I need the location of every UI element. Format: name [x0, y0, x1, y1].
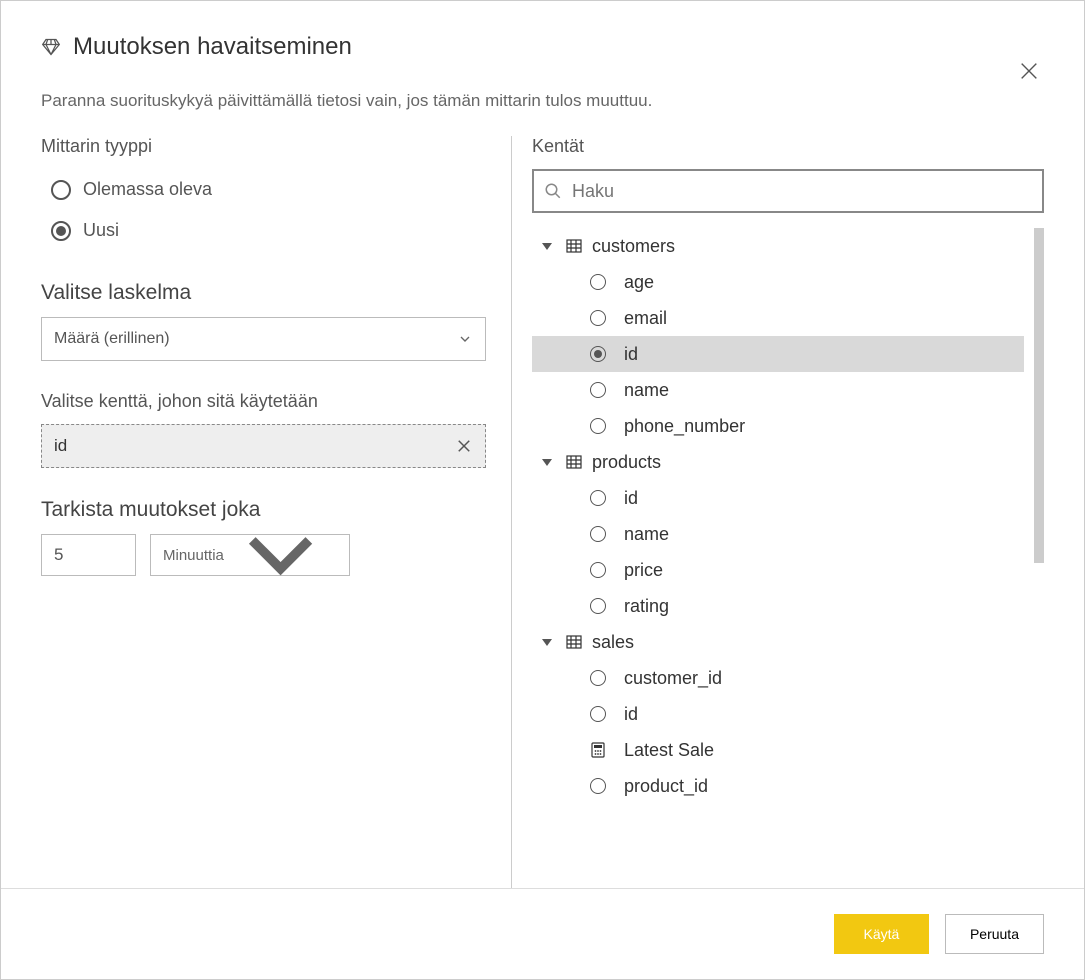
expand-triangle-icon	[542, 459, 552, 466]
tree-field-node[interactable]: age	[532, 264, 1024, 300]
tree-field-node[interactable]: price	[532, 552, 1024, 588]
main-content: Mittarin tyyppi Olemassa oleva Uusi Vali…	[1, 136, 1084, 888]
fields-label: Kentät	[532, 136, 1044, 157]
tree-table-node[interactable]: products	[532, 444, 1024, 480]
selected-field-well[interactable]: id	[41, 424, 486, 468]
tree-field-node[interactable]: product_id	[532, 768, 1024, 804]
tree-field-label: rating	[624, 596, 669, 617]
tree-field-label: id	[624, 704, 638, 725]
tree-field-label: customer_id	[624, 668, 722, 689]
tree-field-label: id	[624, 344, 638, 365]
fields-search-box[interactable]	[532, 169, 1044, 213]
column-divider	[511, 136, 512, 888]
radio-circle-selected-icon	[51, 221, 71, 241]
tree-field-node[interactable]: rating	[532, 588, 1024, 624]
cancel-button[interactable]: Peruuta	[945, 914, 1044, 954]
tree-field-node[interactable]: id	[532, 696, 1024, 732]
dialog-description: Paranna suorituskykyä päivittämällä tiet…	[1, 71, 1084, 136]
field-radio-icon	[590, 418, 606, 434]
measure-type-radio-group: Olemassa oleva Uusi	[41, 169, 486, 251]
tree-table-label: customers	[592, 236, 675, 257]
field-radio-icon	[590, 490, 606, 506]
interval-unit-value: Minuuttia	[163, 547, 224, 564]
interval-unit-dropdown[interactable]: Minuuttia	[150, 534, 350, 576]
expand-triangle-icon	[542, 243, 552, 250]
tree-field-label: id	[624, 488, 638, 509]
tree-table-label: sales	[592, 632, 634, 653]
field-radio-icon	[590, 274, 606, 290]
tree-table-label: products	[592, 452, 661, 473]
tree-field-node[interactable]: name	[532, 372, 1024, 408]
tree-field-node[interactable]: phone_number	[532, 408, 1024, 444]
select-field-label: Valitse kenttä, johon sitä käytetään	[41, 391, 486, 412]
apply-button[interactable]: Käytä	[834, 914, 929, 954]
dialog-title: Muutoksen havaitseminen	[73, 33, 352, 61]
tree-field-label: product_id	[624, 776, 708, 797]
field-radio-icon	[590, 562, 606, 578]
remove-field-icon[interactable]	[455, 437, 473, 455]
close-button[interactable]	[1014, 56, 1044, 86]
right-column: Kentät customers age email id name phone_numb…	[532, 136, 1044, 888]
tree-field-node[interactable]: id	[532, 480, 1024, 516]
field-radio-icon	[590, 598, 606, 614]
change-detection-dialog: Muutoksen havaitseminen Paranna suoritus…	[0, 0, 1085, 980]
selected-field-value: id	[54, 436, 67, 456]
chevron-down-icon	[224, 498, 337, 611]
field-radio-icon	[590, 778, 606, 794]
calculation-dropdown[interactable]: Määrä (erillinen)	[41, 317, 486, 361]
fields-tree: customers age email id name phone_numberprodu…	[532, 228, 1044, 804]
tree-field-node[interactable]: name	[532, 516, 1024, 552]
left-column: Mittarin tyyppi Olemassa oleva Uusi Vali…	[41, 136, 511, 888]
tree-field-label: phone_number	[624, 416, 745, 437]
measure-icon	[590, 742, 606, 758]
field-radio-icon	[590, 310, 606, 326]
field-radio-icon	[590, 382, 606, 398]
tree-scrollbar[interactable]	[1034, 228, 1044, 563]
tree-table-node[interactable]: sales	[532, 624, 1024, 660]
radio-new-label: Uusi	[83, 220, 119, 241]
tree-field-label: price	[624, 560, 663, 581]
tree-field-label: email	[624, 308, 667, 329]
tree-field-node[interactable]: id	[532, 336, 1024, 372]
radio-new[interactable]: Uusi	[41, 210, 486, 251]
interval-row: Minuuttia	[41, 534, 486, 576]
search-icon	[544, 182, 562, 200]
tree-field-label: name	[624, 380, 669, 401]
measure-type-label: Mittarin tyyppi	[41, 136, 486, 157]
tree-field-node[interactable]: customer_id	[532, 660, 1024, 696]
field-radio-icon	[590, 670, 606, 686]
tree-field-node[interactable]: Latest Sale	[532, 732, 1024, 768]
table-icon	[566, 238, 582, 254]
select-calculation-label: Valitse laskelma	[41, 281, 486, 305]
field-radio-icon	[590, 706, 606, 722]
tree-field-label: age	[624, 272, 654, 293]
expand-triangle-icon	[542, 639, 552, 646]
fields-tree-container: customers age email id name phone_numberprodu…	[532, 228, 1044, 888]
field-radio-icon	[590, 346, 606, 362]
tree-field-label: Latest Sale	[624, 740, 714, 761]
dialog-footer: Käytä Peruuta	[1, 888, 1084, 979]
interval-value-input[interactable]	[41, 534, 136, 576]
table-icon	[566, 634, 582, 650]
radio-circle-icon	[51, 180, 71, 200]
radio-existing[interactable]: Olemassa oleva	[41, 169, 486, 210]
table-icon	[566, 454, 582, 470]
field-radio-icon	[590, 526, 606, 542]
calculation-dropdown-value: Määrä (erillinen)	[54, 330, 170, 348]
chevron-down-icon	[457, 331, 473, 347]
close-icon	[1018, 60, 1040, 82]
diamond-icon	[41, 37, 61, 57]
radio-existing-label: Olemassa oleva	[83, 179, 212, 200]
fields-search-input[interactable]	[572, 181, 1032, 202]
dialog-header: Muutoksen havaitseminen	[1, 1, 1084, 71]
tree-field-label: name	[624, 524, 669, 545]
tree-table-node[interactable]: customers	[532, 228, 1024, 264]
tree-field-node[interactable]: email	[532, 300, 1024, 336]
header-title-group: Muutoksen havaitseminen	[41, 33, 352, 61]
